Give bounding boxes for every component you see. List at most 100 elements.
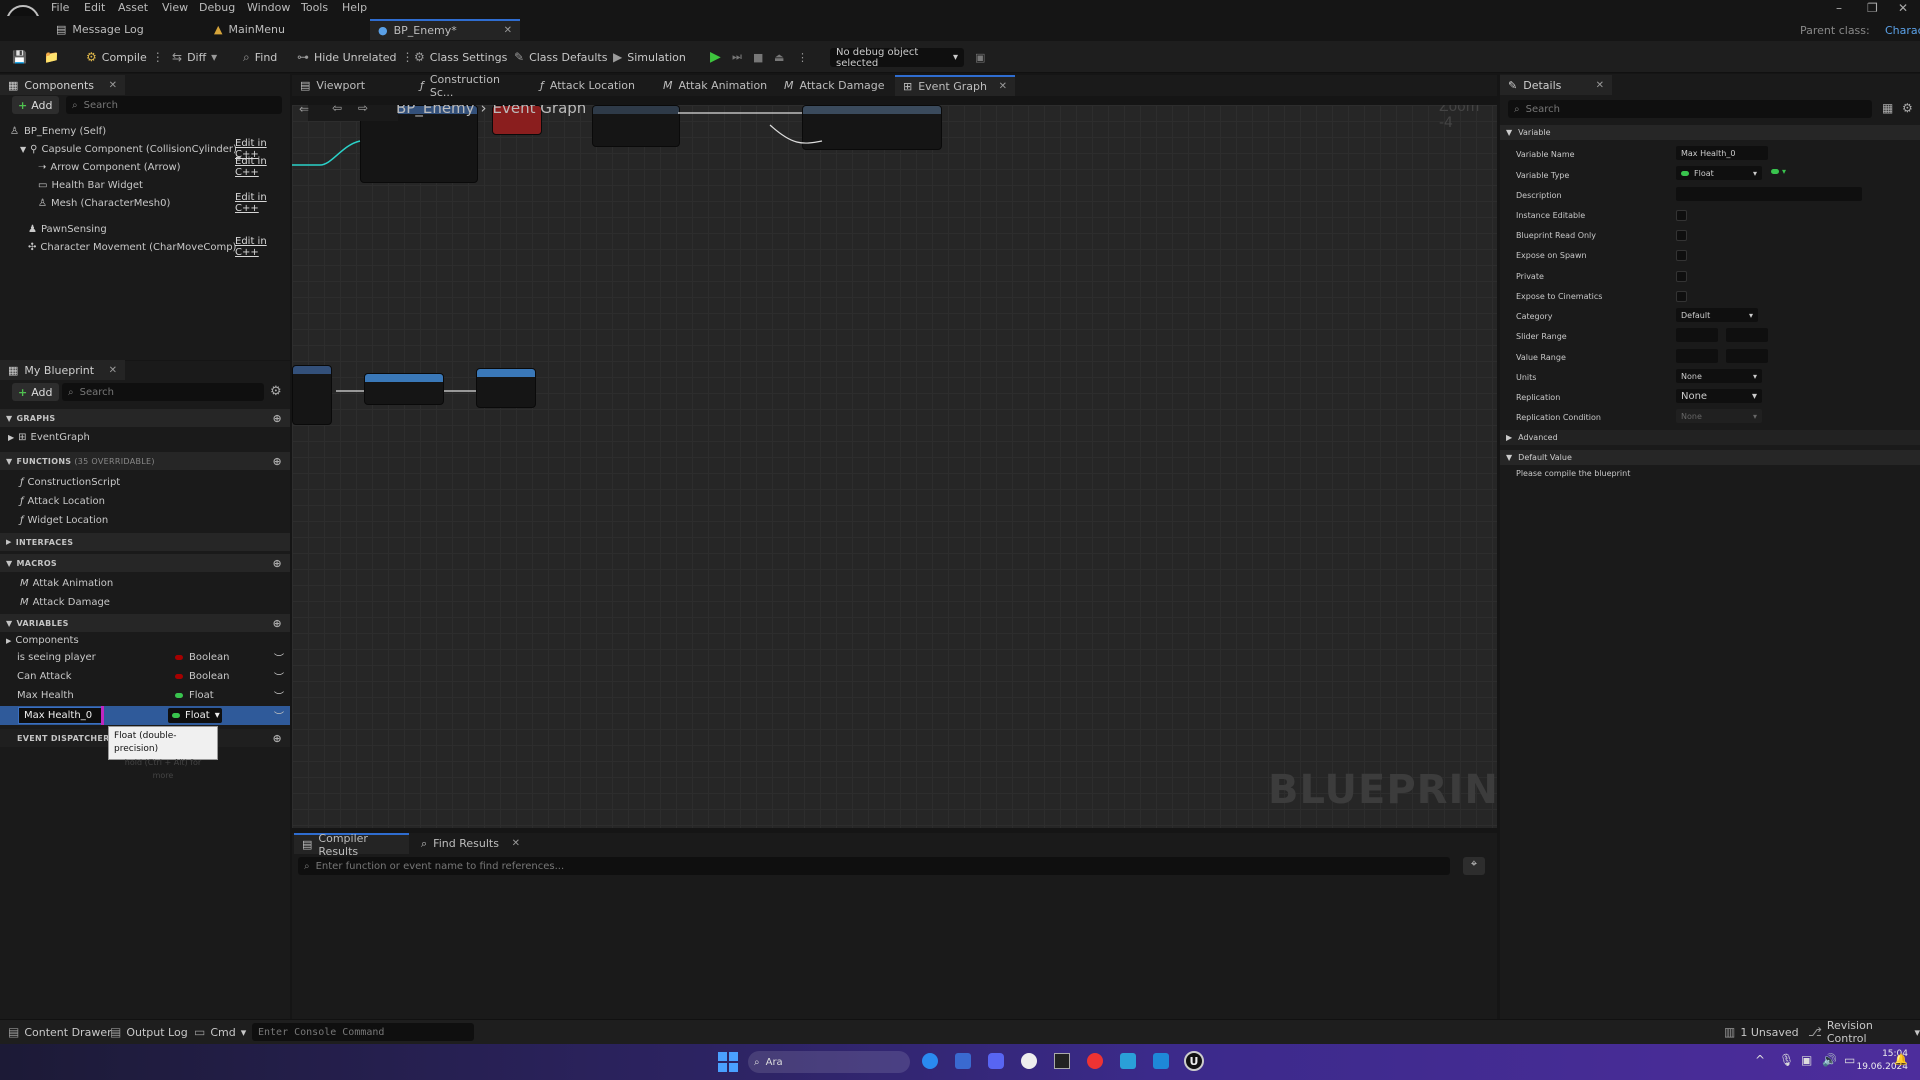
- menu-window[interactable]: Window: [247, 1, 290, 14]
- tab-message-log[interactable]: ▤ Message Log: [48, 19, 152, 40]
- graph-item-eventgraph[interactable]: ▶ ⊞ EventGraph: [0, 428, 290, 447]
- play-icon[interactable]: ▶: [710, 47, 721, 67]
- blueprint-read-only-checkbox[interactable]: [1676, 230, 1687, 241]
- step-icon[interactable]: ⏭: [732, 47, 742, 67]
- tab-main-menu[interactable]: ▲ MainMenu: [206, 19, 293, 40]
- gear-icon[interactable]: ⚙: [270, 384, 282, 399]
- private-checkbox[interactable]: [1676, 271, 1687, 282]
- tray-chevron-up-icon[interactable]: ^: [1755, 1053, 1765, 1067]
- tab-event-graph[interactable]: ⊞ Event Graph ✕: [895, 75, 1015, 96]
- notification-icon[interactable]: 🔔: [1894, 1053, 1908, 1066]
- edit-in-cpp-link[interactable]: Edit in C++: [235, 156, 290, 178]
- add-circle-icon[interactable]: ⊕: [272, 455, 282, 468]
- unreal-taskbar-icon[interactable]: U: [1184, 1051, 1204, 1071]
- cmd-select[interactable]: ▭ Cmd ▾: [194, 1022, 246, 1042]
- add-circle-icon[interactable]: ⊕: [272, 412, 282, 425]
- value-range-max-input[interactable]: [1726, 349, 1768, 363]
- edge-icon[interactable]: [922, 1053, 938, 1069]
- forward-arrow-icon[interactable]: ⇨: [358, 105, 368, 115]
- gear-icon[interactable]: ⚙: [1902, 101, 1913, 115]
- taskbar-search-input[interactable]: ⌕ Ara: [748, 1051, 910, 1073]
- expose-to-cinematics-checkbox[interactable]: [1676, 291, 1687, 302]
- menu-edit[interactable]: Edit: [84, 1, 105, 14]
- function-item[interactable]: ƒ ConstructionScript: [0, 473, 290, 492]
- browse-icon[interactable]: 📁: [44, 47, 59, 67]
- find-button[interactable]: ⌕ Find: [243, 47, 277, 67]
- simulation-button[interactable]: ▶ Simulation: [613, 47, 686, 67]
- value-range-min-input[interactable]: [1676, 349, 1718, 363]
- expose-on-spawn-checkbox[interactable]: [1676, 250, 1687, 261]
- menu-file[interactable]: File: [51, 1, 69, 14]
- variable-item[interactable]: Can Attack Boolean ︶: [0, 667, 290, 686]
- debug-filter-icon[interactable]: ▣: [975, 47, 985, 67]
- function-item[interactable]: ƒ Widget Location: [0, 511, 290, 530]
- variable-item[interactable]: is seeing player Boolean ︶: [0, 648, 290, 667]
- close-panel-icon[interactable]: ✕: [109, 365, 117, 376]
- tab-viewport[interactable]: ▤ Viewport: [292, 75, 412, 96]
- component-row[interactable]: ✣ Character Movement (CharMoveComp) Edit i…: [0, 236, 290, 258]
- instance-editable-checkbox[interactable]: [1676, 210, 1687, 221]
- edit-in-cpp-link[interactable]: Edit in C++: [235, 192, 290, 214]
- binoculars-icon[interactable]: ⌖: [1463, 857, 1485, 875]
- add-circle-icon[interactable]: ⊕: [272, 557, 282, 570]
- nav-back-icon[interactable]: ⇐: [299, 105, 309, 116]
- add-circle-icon[interactable]: ⊕: [272, 732, 282, 745]
- variable-rename-input[interactable]: Max Health_0: [18, 707, 102, 724]
- class-defaults-button[interactable]: ✎ Class Defaults: [514, 47, 607, 67]
- parent-class-link[interactable]: Character: [1885, 24, 1920, 37]
- eye-icon[interactable]: ︶: [274, 688, 284, 703]
- close-window-icon[interactable]: ✕: [1898, 1, 1908, 15]
- menu-help[interactable]: Help: [342, 1, 367, 14]
- replication-select[interactable]: None ▾: [1676, 389, 1762, 403]
- function-item[interactable]: ƒ Attack Location: [0, 492, 290, 511]
- macro-item[interactable]: M Attack Damage: [0, 593, 290, 612]
- menu-debug[interactable]: Debug: [199, 1, 235, 14]
- add-component-button[interactable]: + Add: [12, 96, 59, 114]
- unsaved-button[interactable]: ▥ 1 Unsaved: [1724, 1022, 1799, 1042]
- advanced-section-header[interactable]: ▶ Advanced: [1500, 430, 1920, 445]
- menu-tools[interactable]: Tools: [301, 1, 328, 14]
- menu-view[interactable]: View: [162, 1, 188, 14]
- details-search-input[interactable]: ⌕ Search: [1508, 100, 1872, 118]
- content-drawer-button[interactable]: ▤ Content Drawer: [8, 1022, 112, 1042]
- property-matrix-icon[interactable]: ▦: [1882, 101, 1893, 115]
- variables-section-header[interactable]: ▼ VARIABLES ⊕: [0, 614, 290, 632]
- tab-find-results[interactable]: ⌕ Find Results ✕: [413, 833, 528, 854]
- eye-icon[interactable]: ︶: [274, 650, 284, 665]
- component-row[interactable]: ➝ Arrow Component (Arrow) Edit in C++: [0, 156, 290, 178]
- my-blueprint-search-input[interactable]: ⌕ Search: [62, 383, 264, 401]
- restore-icon[interactable]: ❐: [1867, 1, 1878, 15]
- tab-bp-enemy[interactable]: ● BP_Enemy* ✕: [370, 19, 520, 40]
- tab-compiler-results[interactable]: ▤ Compiler Results: [294, 832, 409, 858]
- tab-attack-location[interactable]: ƒ Attack Location: [532, 75, 657, 96]
- slider-range-max-input[interactable]: [1726, 328, 1768, 342]
- variable-name-input[interactable]: Max Health_0: [1676, 146, 1768, 160]
- class-settings-button[interactable]: ⚙ Class Settings: [414, 47, 507, 67]
- units-select[interactable]: None ▾: [1676, 369, 1762, 383]
- eye-icon[interactable]: ︶: [274, 708, 284, 723]
- microphone-icon[interactable]: 🎙: [1779, 1053, 1794, 1067]
- container-type-select[interactable]: ▾: [1771, 167, 1786, 176]
- default-value-section-header[interactable]: ▼ Default Value: [1500, 450, 1920, 465]
- eject-icon[interactable]: ⏏: [774, 47, 784, 67]
- save-icon[interactable]: 💾: [12, 47, 27, 67]
- variable-type-select[interactable]: Float ▾: [1676, 166, 1762, 180]
- debug-object-select[interactable]: No debug object selected ▾: [830, 47, 964, 69]
- close-tab-icon[interactable]: ✕: [512, 838, 520, 849]
- functions-section-header[interactable]: ▼ FUNCTIONS (35 OVERRIDABLE) ⊕: [0, 452, 290, 470]
- diff-button[interactable]: ⇆ Diff ▾: [172, 47, 217, 67]
- close-panel-icon[interactable]: ✕: [1596, 80, 1604, 91]
- compile-button[interactable]: ⚙ Compile ⋮: [86, 47, 164, 67]
- description-input[interactable]: [1676, 187, 1862, 201]
- add-member-button[interactable]: + Add: [12, 383, 59, 401]
- windows-start-icon[interactable]: [718, 1052, 738, 1072]
- output-log-button[interactable]: ▤ Output Log: [110, 1022, 188, 1042]
- back-arrow-icon[interactable]: ⇦: [332, 105, 342, 115]
- component-row[interactable]: ♙ Mesh (CharacterMesh0) Edit in C++: [0, 192, 290, 214]
- breadcrumb-blueprint[interactable]: BP_Enemy: [396, 105, 475, 117]
- tab-attack-damage[interactable]: M Attack Damage: [776, 75, 901, 96]
- components-search-input[interactable]: ⌕ Search: [66, 96, 282, 114]
- more-options-icon[interactable]: ⋮: [797, 47, 808, 67]
- stop-icon[interactable]: ■: [753, 47, 763, 67]
- replication-condition-select[interactable]: None ▾: [1676, 409, 1762, 423]
